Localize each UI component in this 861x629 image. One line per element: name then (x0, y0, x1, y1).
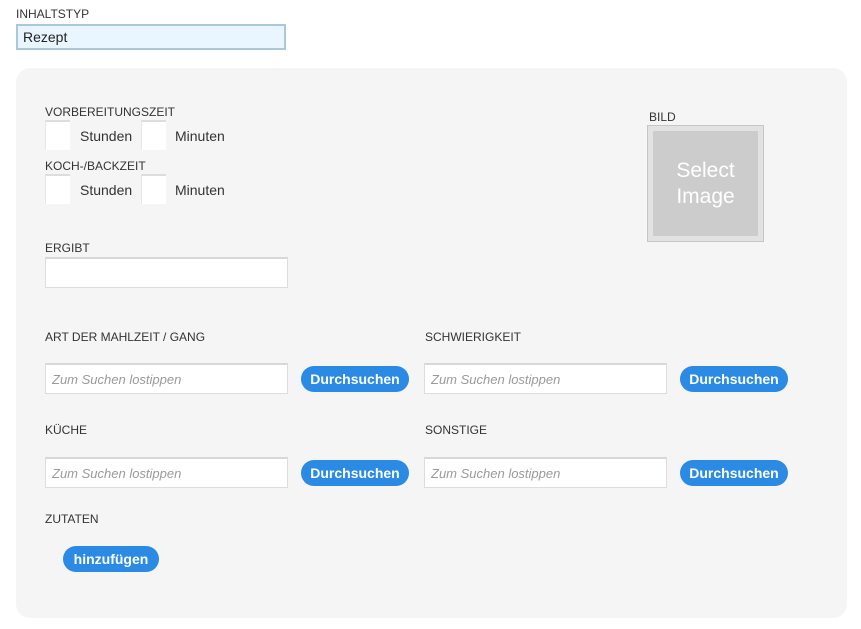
yield-label: ERGIBT (45, 241, 90, 255)
ingredients-label: ZUTATEN (45, 512, 99, 526)
cook-minutes-unit: Minuten (175, 182, 225, 198)
cook-hours-unit: Stunden (80, 182, 133, 198)
select-image-button[interactable]: Select Image (647, 125, 764, 242)
misc-label: SONSTIGE (425, 423, 488, 437)
cook-minutes-input[interactable] (141, 174, 166, 204)
misc-browse-button[interactable]: Durchsuchen (680, 460, 788, 486)
prep-hours-unit: Stunden (80, 128, 133, 144)
cook-time-label: KOCH-/BACKZEIT (45, 159, 146, 173)
meal-type-label: ART DER MAHLZEIT / GANG (45, 330, 206, 344)
cook-hours-input[interactable] (45, 174, 70, 204)
cuisine-label: KÜCHE (45, 423, 88, 437)
cuisine-search-input[interactable] (45, 457, 288, 488)
meal-type-search-input[interactable] (45, 363, 288, 394)
add-ingredient-button[interactable]: hinzufügen (63, 546, 159, 572)
prep-minutes-input[interactable] (141, 120, 166, 150)
content-type-select[interactable]: Rezept (16, 24, 286, 50)
difficulty-search-input[interactable] (424, 363, 667, 394)
cuisine-browse-button[interactable]: Durchsuchen (301, 460, 409, 486)
image-label: BILD (649, 110, 676, 124)
yield-input[interactable] (45, 257, 288, 288)
misc-search-input[interactable] (424, 457, 667, 488)
select-image-line1: Select (676, 158, 735, 182)
prep-time-label: VORBEREITUNGSZEIT (45, 105, 176, 119)
prep-hours-input[interactable] (45, 120, 70, 150)
prep-minutes-unit: Minuten (175, 128, 225, 144)
difficulty-browse-button[interactable]: Durchsuchen (680, 366, 788, 392)
select-image-line2: Image (676, 184, 735, 208)
content-type-label: INHALTSTYP (16, 7, 90, 21)
meal-type-browse-button[interactable]: Durchsuchen (301, 366, 409, 392)
difficulty-label: SCHWIERIGKEIT (425, 330, 522, 344)
